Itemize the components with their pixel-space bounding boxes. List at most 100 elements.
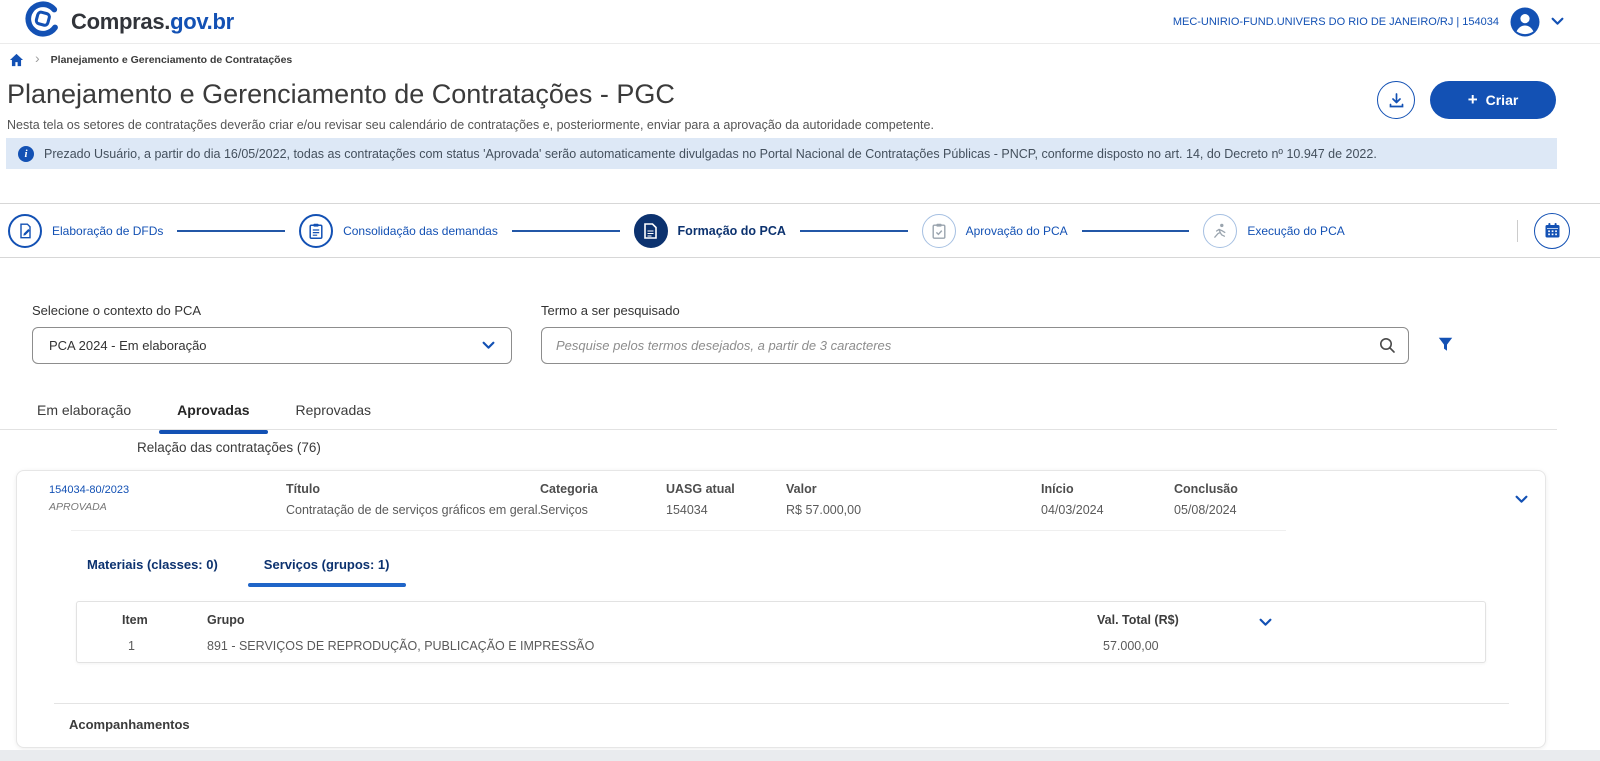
cell-val-total: 57.000,00 (1103, 639, 1159, 653)
step-execucao-do-pca[interactable]: Execução do PCA (1203, 214, 1344, 248)
org-label: MEC-UNIRIO-FUND.UNIVERS DO RIO DE JANEIR… (1173, 16, 1499, 28)
field-categoria: Categoria Serviços (540, 482, 598, 517)
info-banner-text: Prezado Usuário, a partir do dia 16/05/2… (44, 147, 1377, 161)
field-label: Início (1041, 482, 1104, 496)
tab-label: Reprovadas (296, 402, 372, 418)
clipboard-icon (299, 214, 333, 248)
row-divider (71, 530, 1286, 531)
field-inicio: Início 04/03/2024 (1041, 482, 1104, 517)
page-header: Planejamento e Gerenciamento de Contrata… (7, 79, 1267, 132)
brand-text-blue: gov.br (170, 9, 234, 34)
breadcrumb-current: Planejamento e Gerenciamento de Contrata… (51, 54, 293, 66)
page-subtitle: Nesta tela os setores de contratações de… (7, 118, 1267, 132)
step-label: Aprovação do PCA (966, 224, 1068, 238)
search-filter: Termo a ser pesquisado (541, 303, 1409, 364)
contract-status-badge: APROVADA (49, 501, 107, 513)
create-button[interactable]: + Criar (1430, 81, 1556, 119)
step-label: Elaboração de DFDs (52, 224, 163, 238)
tab-servicos[interactable]: Serviços (grupos: 1) (264, 557, 390, 587)
page-title: Planejamento e Gerenciamento de Contrata… (7, 79, 1267, 110)
detail-tabs: Materiais (classes: 0) Serviços (grupos:… (87, 557, 390, 587)
field-label: Conclusão (1174, 482, 1238, 496)
context-select-label: Selecione o contexto do PCA (32, 303, 512, 318)
items-table: Item Grupo Val. Total (R$) 1 891 - SERVI… (76, 601, 1486, 663)
tab-aprovadas[interactable]: Aprovadas (167, 392, 259, 434)
user-menu-chevron-down-icon[interactable] (1551, 17, 1564, 26)
filters-row: Selecione o contexto do PCA PCA 2024 - E… (0, 300, 1600, 372)
field-value: 154034 (666, 503, 735, 517)
context-filter: Selecione o contexto do PCA PCA 2024 - E… (32, 303, 512, 364)
cell-grupo: 891 - SERVIÇOS DE REPRODUÇÃO, PUBLICAÇÃO… (207, 639, 594, 653)
bottom-strip (0, 750, 1600, 761)
field-value: 04/03/2024 (1041, 503, 1104, 517)
download-button[interactable] (1377, 81, 1415, 119)
breadcrumb-separator-icon: › (35, 51, 40, 65)
search-input[interactable] (541, 327, 1409, 364)
breadcrumb: › Planejamento e Gerenciamento de Contra… (0, 44, 1600, 75)
step-consolidacao-das-demandas[interactable]: Consolidação das demandas (299, 214, 498, 248)
pgc-page: Compras.gov.br MEC-UNIRIO-FUND.UNIVERS D… (0, 0, 1600, 761)
field-value: Contratação de de serviços gráficos em g… (286, 503, 541, 517)
tabs-divider (0, 429, 1557, 430)
status-tabs: Em elaboração Aprovadas Reprovadas (27, 392, 407, 434)
brand-text-dark: Compras. (71, 9, 170, 34)
step-formacao-do-pca[interactable]: Formação do PCA (634, 214, 786, 248)
user-avatar[interactable] (1510, 7, 1540, 37)
document-icon (634, 214, 668, 248)
calendar-button[interactable] (1534, 213, 1570, 249)
step-label: Formação do PCA (678, 224, 786, 238)
filter-funnel-icon[interactable] (1438, 337, 1453, 355)
tab-label: Materiais (classes: 0) (87, 557, 218, 572)
column-header-item: Item (122, 613, 148, 627)
followups-label: Acompanhamentos (69, 717, 190, 732)
step-elaboracao-de-dfds[interactable]: Elaboração de DFDs (8, 214, 163, 248)
step-connector (1082, 230, 1190, 232)
tab-label: Serviços (grupos: 1) (264, 557, 390, 572)
table-chevron-down-icon[interactable] (1259, 615, 1272, 630)
field-label: Título (286, 482, 541, 496)
field-label: Categoria (540, 482, 598, 496)
results-count-label: Relação das contratações (76) (137, 440, 321, 455)
field-value: Serviços (540, 503, 598, 517)
context-select[interactable]: PCA 2024 - Em elaboração (32, 327, 512, 364)
runner-icon (1203, 214, 1237, 248)
field-label: UASG atual (666, 482, 735, 496)
column-header-val-total: Val. Total (R$) (1097, 613, 1179, 627)
tab-label: Em elaboração (37, 402, 131, 418)
tab-label: Aprovadas (177, 402, 249, 418)
step-label: Consolidação das demandas (343, 224, 498, 238)
collapse-row-chevron-up-icon[interactable] (1515, 492, 1528, 507)
tab-reprovadas[interactable]: Reprovadas (286, 392, 382, 434)
contract-card: 154034-80/2023 APROVADA Título Contrataç… (16, 470, 1546, 748)
create-button-label: Criar (1486, 92, 1519, 108)
user-area: MEC-UNIRIO-FUND.UNIVERS DO RIO DE JANEIR… (1173, 7, 1564, 37)
brand-text: Compras.gov.br (71, 9, 234, 35)
step-connector (512, 230, 620, 232)
field-label: Valor (786, 482, 861, 496)
step-connector (800, 230, 908, 232)
search-icon[interactable] (1378, 336, 1396, 357)
field-uasg-atual: UASG atual 154034 (666, 482, 735, 517)
field-titulo: Título Contratação de de serviços gráfic… (286, 482, 541, 517)
brand-logo[interactable]: Compras.gov.br (24, 0, 234, 43)
clipboard-check-icon (922, 214, 956, 248)
step-aprovacao-do-pca[interactable]: Aprovação do PCA (922, 214, 1068, 248)
step-label: Execução do PCA (1247, 224, 1344, 238)
field-valor: Valor R$ 57.000,00 (786, 482, 861, 517)
followups-divider (54, 703, 1509, 704)
tab-em-elaboracao[interactable]: Em elaboração (27, 392, 141, 434)
contract-id-link[interactable]: 154034-80/2023 (49, 484, 129, 496)
home-icon[interactable] (9, 53, 24, 67)
search-label: Termo a ser pesquisado (541, 303, 1409, 318)
page-actions: + Criar (1377, 81, 1556, 119)
context-select-value: PCA 2024 - Em elaboração (49, 338, 207, 353)
tab-materiais[interactable]: Materiais (classes: 0) (87, 557, 218, 587)
compras-logo-icon (24, 0, 62, 43)
step-connector (177, 230, 285, 232)
info-banner: i Prezado Usuário, a partir do dia 16/05… (6, 138, 1557, 169)
info-icon: i (18, 146, 34, 162)
search-field (541, 327, 1409, 364)
field-value: 05/08/2024 (1174, 503, 1238, 517)
edit-document-icon (8, 214, 42, 248)
cell-item: 1 (128, 639, 135, 653)
